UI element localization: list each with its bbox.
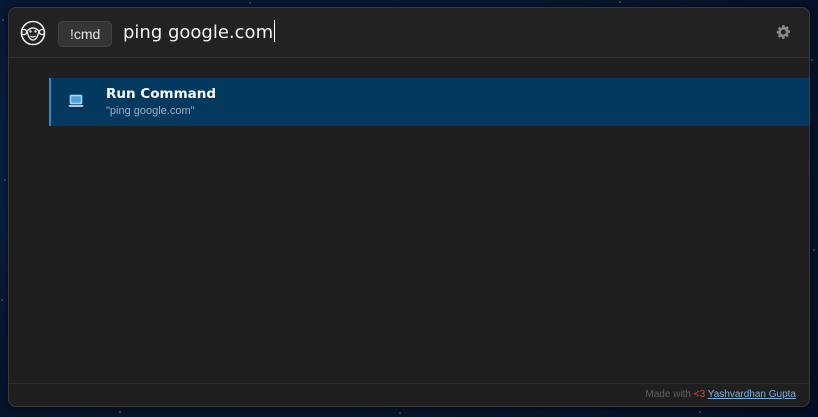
- footer: Made with <3 Yashvardhan Gupta: [9, 383, 809, 406]
- result-title: Run Command: [106, 86, 217, 102]
- search-bar: !cmd ping google.com: [9, 8, 809, 58]
- gear-icon[interactable]: [775, 24, 791, 40]
- made-with-text: Made with: [645, 389, 691, 400]
- result-item-run-command[interactable]: Run Command "ping google.com": [49, 78, 809, 126]
- command-tag[interactable]: !cmd: [58, 21, 113, 47]
- heart-text: <3: [693, 389, 706, 400]
- search-query-text: ping google.com: [123, 22, 274, 43]
- search-input[interactable]: ping google.com: [123, 19, 276, 47]
- monkey-face-icon[interactable]: [20, 20, 46, 46]
- launcher-window: !cmd ping google.com Run Command "ping g…: [8, 7, 810, 407]
- text-caret: [274, 20, 276, 42]
- footer-credit: Made with <3 Yashvardhan Gupta: [645, 389, 796, 400]
- result-subtitle: "ping google.com": [106, 105, 195, 117]
- laptop-icon: [68, 94, 84, 107]
- results-list: Run Command "ping google.com": [9, 58, 809, 384]
- author-link[interactable]: Yashvardhan Gupta: [708, 389, 796, 400]
